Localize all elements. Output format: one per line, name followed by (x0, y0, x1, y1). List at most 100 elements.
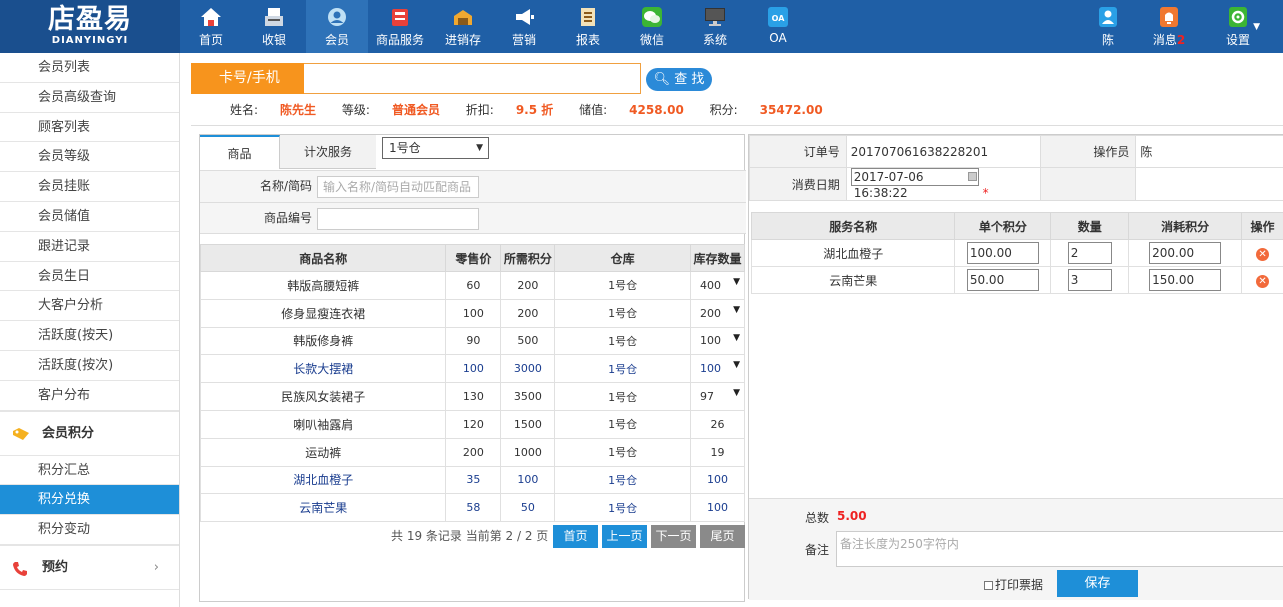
goods-stock[interactable]: 100 ▼ (690, 354, 745, 384)
quantity-input[interactable]: 2 (1067, 242, 1112, 264)
goods-warehouse: 1号仓 (554, 409, 692, 439)
goods-stock[interactable]: 100 ▼ (690, 326, 745, 356)
sidebar-item-activity-by-count[interactable]: 活跃度(按次) (0, 351, 179, 381)
member-level-label: 等级: (341, 103, 370, 117)
consume-date-input[interactable]: 2017-07-06 16:38:22 (850, 168, 979, 200)
nav-wechat[interactable]: 微信 (629, 0, 675, 53)
print-receipt-checkbox[interactable]: 打印票据 (984, 576, 1043, 593)
unit-points-input[interactable]: 50.00 (966, 269, 1039, 291)
save-button[interactable]: 保存 (1057, 570, 1138, 597)
quantity-input[interactable]: 3 (1067, 269, 1112, 291)
consumed-points-input[interactable]: 200.00 (1149, 242, 1222, 264)
goods-table-row[interactable]: 民族风女装裙子 130 3500 1号仓 97 ▼ (199, 382, 745, 411)
nav-goods-service[interactable]: 商品服务 (372, 0, 428, 53)
member-name-label: 姓名: (230, 103, 259, 117)
goods-price: 58 (445, 493, 502, 523)
unit-points-input[interactable]: 100.00 (966, 242, 1039, 264)
sidebar-item-member-birthday[interactable]: 会员生日 (0, 262, 179, 292)
nav-label: 营销 (511, 33, 536, 47)
notes-textarea[interactable]: 备注长度为250字符内 (836, 531, 1283, 567)
order-no-label: 订单号 (749, 135, 847, 168)
goods-table-row[interactable]: 长款大摆裙 100 3000 1号仓 100 ▼ (199, 354, 745, 384)
goods-name: 韩版修身裤 (199, 326, 447, 356)
print-receipt-label: 打印票据 (995, 578, 1044, 592)
sidebar-item-points-exchange[interactable]: 积分兑换 (0, 485, 179, 516)
sidebar-item-member-deposit[interactable]: 会员储值 (0, 202, 179, 232)
goods-table-row[interactable]: 喇叭袖露肩 120 1500 1号仓 26 (199, 409, 745, 439)
nav-inventory[interactable]: 进销存 (440, 0, 486, 53)
sidebar-group-booking[interactable]: 预约 › (0, 544, 179, 590)
sidebar-item-follow-up[interactable]: 跟进记录 (0, 232, 179, 262)
total-label: 总数 (804, 511, 829, 525)
nav-home[interactable]: 首页 (184, 0, 238, 53)
search-button-label: 查 找 (674, 72, 705, 87)
caret-down-icon: ▼ (733, 277, 740, 287)
sidebar-group-label: 预约 (42, 559, 69, 575)
sidebar-item-member-list[interactable]: 会员列表 (0, 53, 179, 83)
tab-goods[interactable]: 商品 (200, 135, 280, 169)
goods-table-row[interactable]: 运动裤 200 1000 1号仓 19 (199, 437, 745, 467)
goods-stock[interactable]: 400 ▼ (690, 271, 745, 300)
sidebar-item-points-change[interactable]: 积分变动 (0, 515, 179, 545)
search-button[interactable]: 🔍︎ 查 找 (646, 68, 712, 91)
svg-text:OA: OA (772, 14, 786, 23)
goods-warehouse: 1号仓 (554, 437, 692, 467)
delete-icon[interactable]: ✕ (1256, 247, 1270, 261)
sidebar-item-member-advanced-query[interactable]: 会员高级查询 (0, 83, 179, 113)
member-balance-label: 储值: (579, 103, 608, 117)
goods-table-row[interactable]: 云南芒果 58 50 1号仓 100 (199, 493, 745, 523)
column-header: 库存数量 (690, 244, 745, 272)
delete-icon[interactable]: ✕ (1256, 274, 1270, 288)
goods-warehouse: 1号仓 (554, 493, 692, 523)
filter-code-label: 商品编号 (263, 211, 312, 225)
nav-oa[interactable]: OA OA (757, 0, 799, 53)
sidebar-group-label: 会员积分 (42, 425, 95, 441)
filter-name-input[interactable]: 输入名称/简码自动匹配商品 (317, 176, 479, 198)
order-footer: 总数 5.00 备注 备注长度为250字符内 打印票据 保存 (749, 498, 1283, 600)
filter-code-input[interactable] (317, 208, 479, 230)
next-page-button[interactable]: 下一页 (651, 525, 696, 548)
calendar-icon (967, 172, 977, 181)
goods-table-row[interactable]: 湖北血橙子 35 100 1号仓 100 (199, 465, 745, 495)
goods-price: 60 (445, 271, 502, 300)
consumed-points-input[interactable]: 150.00 (1149, 269, 1222, 291)
goods-table-row[interactable]: 韩版修身裤 90 500 1号仓 100 ▼ (199, 326, 745, 356)
first-page-button[interactable]: 首页 (553, 525, 598, 548)
messages-menu[interactable]: 消息2 (1146, 0, 1192, 53)
wechat-icon (642, 7, 662, 27)
settings-menu[interactable]: 设置 ▼ (1214, 0, 1262, 53)
nav-system[interactable]: 系统 (692, 0, 738, 53)
goods-table: 商品名称 零售价 所需积分 仓库 库存数量 韩版高腰短裤 60 200 1号仓 400 ▼… (199, 244, 745, 523)
nav-report[interactable]: 报表 (565, 0, 611, 53)
sidebar-item-key-customer-analysis[interactable]: 大客户分析 (0, 291, 179, 322)
sidebar-item-member-credit[interactable]: 会员挂账 (0, 172, 179, 202)
prev-page-button[interactable]: 上一页 (602, 525, 647, 548)
goods-points: 100 (500, 465, 556, 495)
user-menu[interactable]: 陈 (1090, 0, 1126, 53)
card-phone-label: 卡号/手机 (191, 63, 304, 94)
messages-count-badge: 2 (1176, 33, 1186, 47)
nav-marketing[interactable]: 营销 (503, 0, 545, 53)
goods-price: 100 (445, 298, 502, 328)
goods-table-row[interactable]: 韩版高腰短裤 60 200 1号仓 400 ▼ (199, 271, 745, 300)
nav-cashier[interactable]: 收银 (247, 0, 301, 53)
sidebar-item-customer-list[interactable]: 顾客列表 (0, 113, 179, 143)
goods-table-row[interactable]: 修身显瘦连衣裙 100 200 1号仓 200 ▼ (199, 298, 745, 328)
goods-table-header: 商品名称 零售价 所需积分 仓库 库存数量 (199, 244, 745, 272)
tab-count-service[interactable]: 计次服务 (280, 135, 376, 169)
messages-label: 消息 (1152, 33, 1177, 47)
sidebar-item-points-summary[interactable]: 积分汇总 (0, 456, 179, 486)
brand-logo[interactable]: 店盈易 DIANYINGYI (0, 0, 180, 53)
goods-stock[interactable]: 200 ▼ (690, 298, 745, 328)
warehouse-select[interactable]: 1号仓 ▼ (382, 137, 489, 159)
sidebar-item-activity-by-day[interactable]: 活跃度(按天) (0, 321, 179, 351)
sidebar-item-member-level[interactable]: 会员等级 (0, 142, 179, 173)
goods-stock[interactable]: 97 ▼ (690, 382, 745, 411)
sidebar-item-customer-distribution[interactable]: 客户分布 (0, 381, 179, 411)
last-page-button[interactable]: 尾页 (700, 525, 745, 548)
nav-member[interactable]: 会员 (306, 0, 368, 53)
oa-icon: OA (768, 7, 788, 27)
card-phone-input[interactable] (304, 63, 641, 94)
total-value: 5.00 (837, 509, 867, 523)
sidebar-group-points[interactable]: 会员积分 (0, 410, 179, 456)
